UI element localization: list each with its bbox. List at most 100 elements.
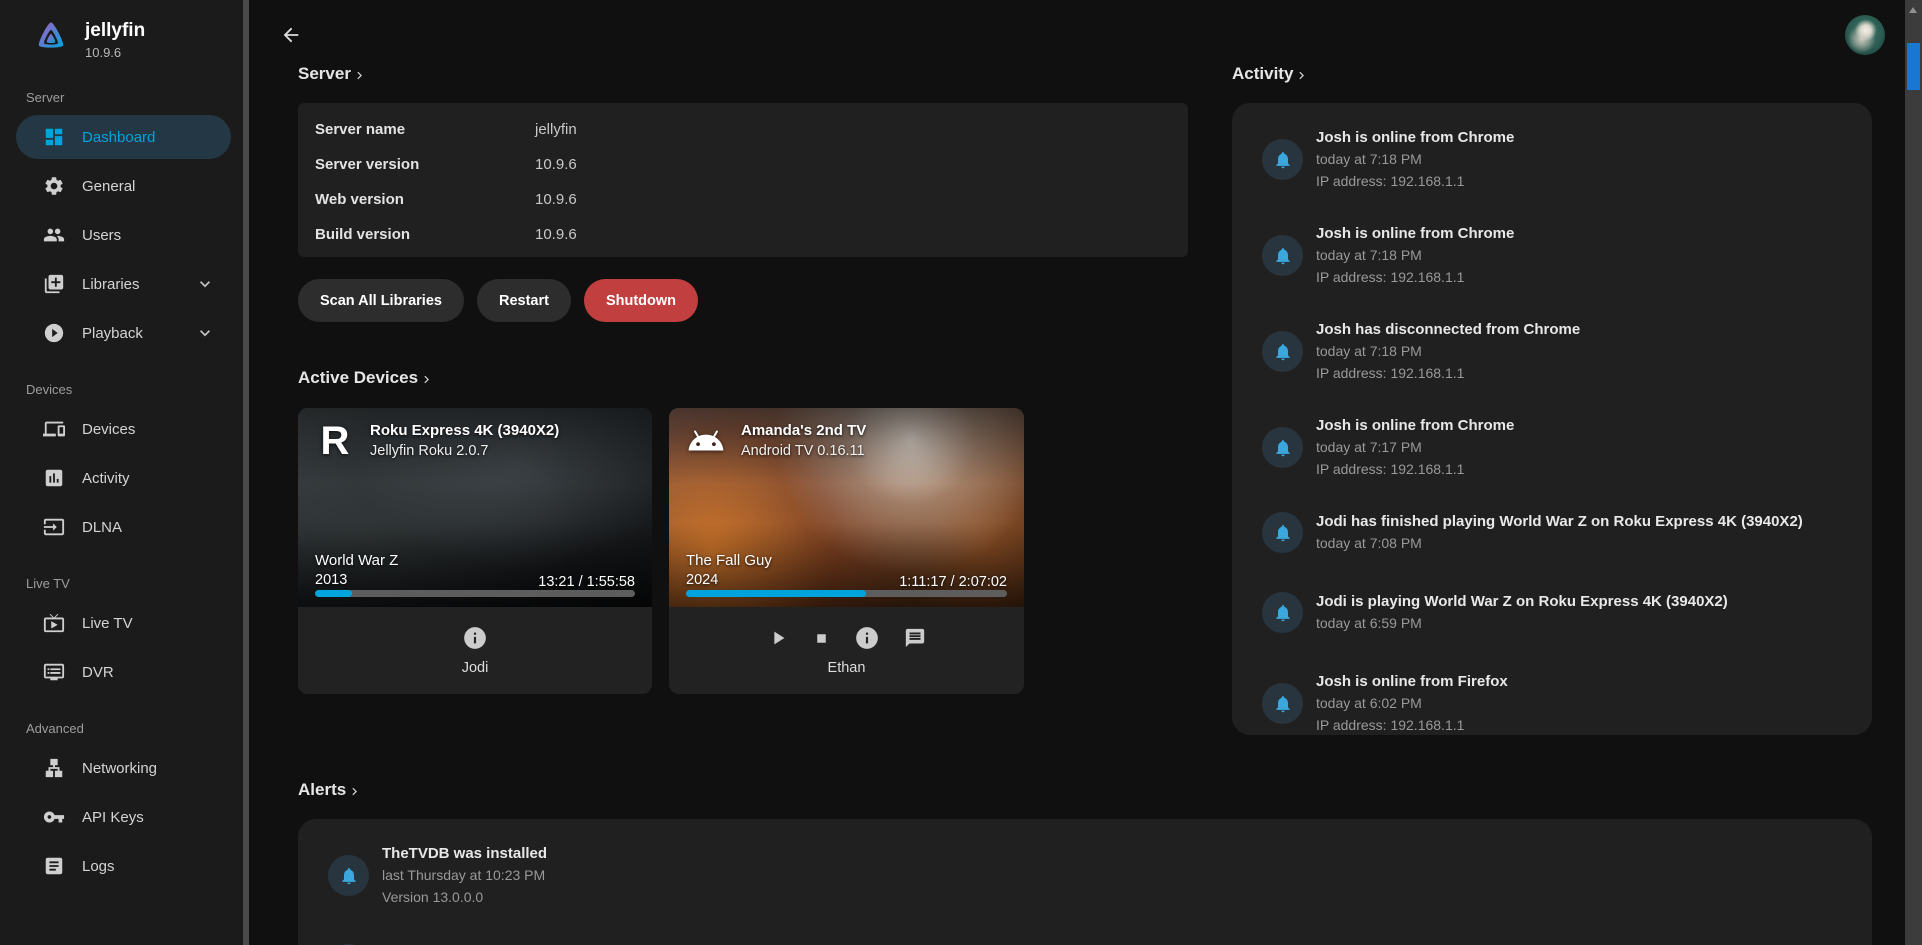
active-device-card-roku[interactable]: R Roku Express 4K (3940X2) Jellyfin Roku… (298, 408, 652, 694)
media-year: 2024 (686, 571, 772, 590)
people-icon (42, 223, 66, 247)
alert-time: last Thursday at 10:23 PM (382, 865, 547, 886)
alert-entry[interactable]: AniDB was installed (328, 936, 1848, 945)
activity-entry[interactable]: Josh has disconnected from Chrome today … (1262, 319, 1848, 384)
row-label: Server name (315, 121, 535, 138)
activity-time: today at 7:18 PM (1316, 245, 1514, 266)
restart-button[interactable]: Restart (477, 279, 571, 322)
chevron-down-icon[interactable] (195, 323, 215, 343)
device-client: Android TV 0.16.11 (741, 441, 866, 462)
sidebar-item-networking[interactable]: Networking (16, 746, 231, 790)
activity-entry[interactable]: Josh is online from Chrome today at 7:17… (1262, 415, 1848, 480)
activity-entry[interactable]: Jodi has finished playing World War Z on… (1262, 511, 1848, 554)
sidebar-item-devices[interactable]: Devices (16, 407, 231, 451)
scrollbar-up-arrow-icon[interactable] (1909, 7, 1917, 13)
sidebar-item-api-keys[interactable]: API Keys (16, 795, 231, 839)
play-circle-icon (42, 321, 66, 345)
device-name: Roku Express 4K (3940X2) (370, 420, 559, 441)
server-info-row: Build version 10.9.6 (298, 217, 1188, 252)
play-icon[interactable] (767, 627, 789, 649)
sidebar-item-label: Playback (82, 325, 143, 342)
sidebar-item-label: DVR (82, 664, 114, 681)
alerts-panel: TheTVDB was installed last Thursday at 1… (298, 819, 1872, 945)
activity-entry[interactable]: Josh is online from Chrome today at 7:18… (1262, 223, 1848, 288)
device-client: Jellyfin Roku 2.0.7 (370, 441, 559, 462)
app-name: jellyfin (85, 20, 145, 42)
device-card-header: R Roku Express 4K (3940X2) Jellyfin Roku… (298, 408, 652, 474)
activity-heading[interactable]: Activity (1232, 64, 1309, 84)
row-value: 10.9.6 (535, 191, 577, 208)
sidebar-item-label: Dashboard (82, 129, 155, 146)
activity-ip: IP address: 192.168.1.1 (1316, 171, 1514, 192)
server-info-row: Server name jellyfin (298, 112, 1188, 147)
page-scrollbar[interactable] (1905, 0, 1922, 945)
back-button[interactable] (280, 24, 304, 48)
activity-title: Jodi is playing World War Z on Roku Expr… (1316, 591, 1728, 612)
devices-icon (42, 417, 66, 441)
sidebar-item-dvr[interactable]: DVR (16, 650, 231, 694)
info-icon[interactable] (854, 625, 880, 651)
scrollbar-thumb[interactable] (1907, 43, 1920, 90)
activity-ip: IP address: 192.168.1.1 (1316, 363, 1580, 384)
alerts-heading[interactable]: Alerts (298, 780, 362, 800)
session-user: Jodi (462, 660, 489, 676)
session-user: Ethan (828, 660, 866, 676)
playback-progress-bar (686, 590, 1007, 597)
app-logo-row[interactable]: jellyfin 10.9.6 (0, 0, 249, 60)
activity-title: Josh is online from Chrome (1316, 415, 1514, 436)
device-card-titles: Amanda's 2nd TV Android TV 0.16.11 (741, 420, 866, 462)
chevron-down-icon[interactable] (195, 274, 215, 294)
active-devices-heading[interactable]: Active Devices (298, 368, 434, 388)
playback-time: 13:21 / 1:55:58 (538, 574, 635, 590)
alert-entry[interactable]: TheTVDB was installed last Thursday at 1… (328, 843, 1848, 908)
server-section-heading[interactable]: Server (298, 64, 367, 84)
sidebar-item-general[interactable]: General (16, 164, 231, 208)
chevron-right-icon (419, 372, 434, 387)
bell-icon (1262, 512, 1303, 553)
sidebar-item-users[interactable]: Users (16, 213, 231, 257)
activity-entry[interactable]: Jodi is playing World War Z on Roku Expr… (1262, 591, 1848, 634)
message-icon[interactable] (904, 627, 926, 649)
sidebar-item-activity[interactable]: Activity (16, 456, 231, 500)
sidebar-scrollbar[interactable] (243, 0, 249, 945)
activity-ip: IP address: 192.168.1.1 (1316, 267, 1514, 288)
sidebar-item-dashboard[interactable]: Dashboard (16, 115, 231, 159)
scan-all-libraries-button[interactable]: Scan All Libraries (298, 279, 464, 322)
dvr-icon (42, 660, 66, 684)
sidebar-item-libraries[interactable]: Libraries (16, 262, 231, 306)
activity-panel: Josh is online from Chrome today at 7:18… (1232, 103, 1872, 735)
sidebar-item-logs[interactable]: Logs (16, 844, 231, 888)
media-year: 2013 (315, 571, 398, 590)
sidebar-item-live-tv[interactable]: Live TV (16, 601, 231, 645)
user-avatar[interactable] (1845, 15, 1885, 55)
sidebar-item-label: General (82, 178, 135, 195)
activity-title: Josh is online from Firefox (1316, 671, 1508, 692)
sidebar-item-label: API Keys (82, 809, 144, 826)
stop-icon[interactable] (813, 630, 830, 647)
chevron-right-icon (347, 784, 362, 799)
sidebar-item-dlna[interactable]: DLNA (16, 505, 231, 549)
activity-entry[interactable]: Josh is online from Chrome today at 7:18… (1262, 127, 1848, 192)
sidebar-section-livetv: Live TV (26, 576, 249, 591)
sidebar-item-playback[interactable]: Playback (16, 311, 231, 355)
active-device-card-androidtv[interactable]: Amanda's 2nd TV Android TV 0.16.11 The F… (669, 408, 1024, 694)
shutdown-button[interactable]: Shutdown (584, 279, 698, 322)
server-actions: Scan All Libraries Restart Shutdown (298, 279, 698, 322)
jellyfin-logo-icon (30, 18, 72, 60)
playback-controls (462, 625, 488, 651)
app-title-block: jellyfin 10.9.6 (85, 20, 145, 60)
server-info-row: Server version 10.9.6 (298, 147, 1188, 182)
activity-time: today at 7:18 PM (1316, 341, 1580, 362)
sidebar-item-label: Networking (82, 760, 157, 777)
app-version: 10.9.6 (85, 45, 145, 60)
device-card-titles: Roku Express 4K (3940X2) Jellyfin Roku 2… (370, 420, 559, 462)
row-label: Web version (315, 191, 535, 208)
now-playing-backdrop: R Roku Express 4K (3940X2) Jellyfin Roku… (298, 408, 652, 607)
playback-progress-fill (315, 590, 352, 597)
key-icon (42, 805, 66, 829)
activity-entry[interactable]: Josh is online from Firefox today at 6:0… (1262, 671, 1848, 735)
info-icon[interactable] (462, 625, 488, 651)
input-arrow-icon (42, 515, 66, 539)
activity-title: Josh is online from Chrome (1316, 127, 1514, 148)
sidebar-item-label: Live TV (82, 615, 133, 632)
